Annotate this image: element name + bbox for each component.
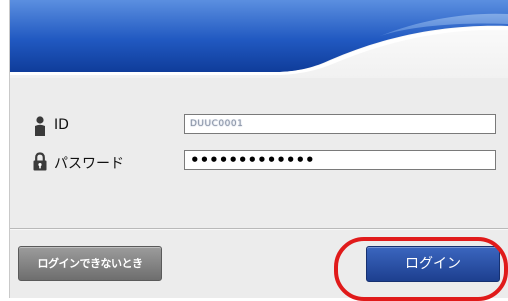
id-input[interactable] [184,114,496,134]
login-button[interactable]: ログイン [366,246,500,282]
header-banner [10,0,508,78]
login-window: ID パスワード ログインできないとき ログイン [9,0,508,298]
password-label: パスワード [54,156,124,172]
footer-divider [10,228,508,230]
lock-icon [32,151,48,173]
person-icon [32,115,48,137]
password-input[interactable] [184,150,496,170]
cannot-login-button[interactable]: ログインできないとき [18,246,162,281]
id-row: ID [10,114,508,138]
password-row: パスワード [10,150,508,174]
id-label: ID [54,117,69,133]
